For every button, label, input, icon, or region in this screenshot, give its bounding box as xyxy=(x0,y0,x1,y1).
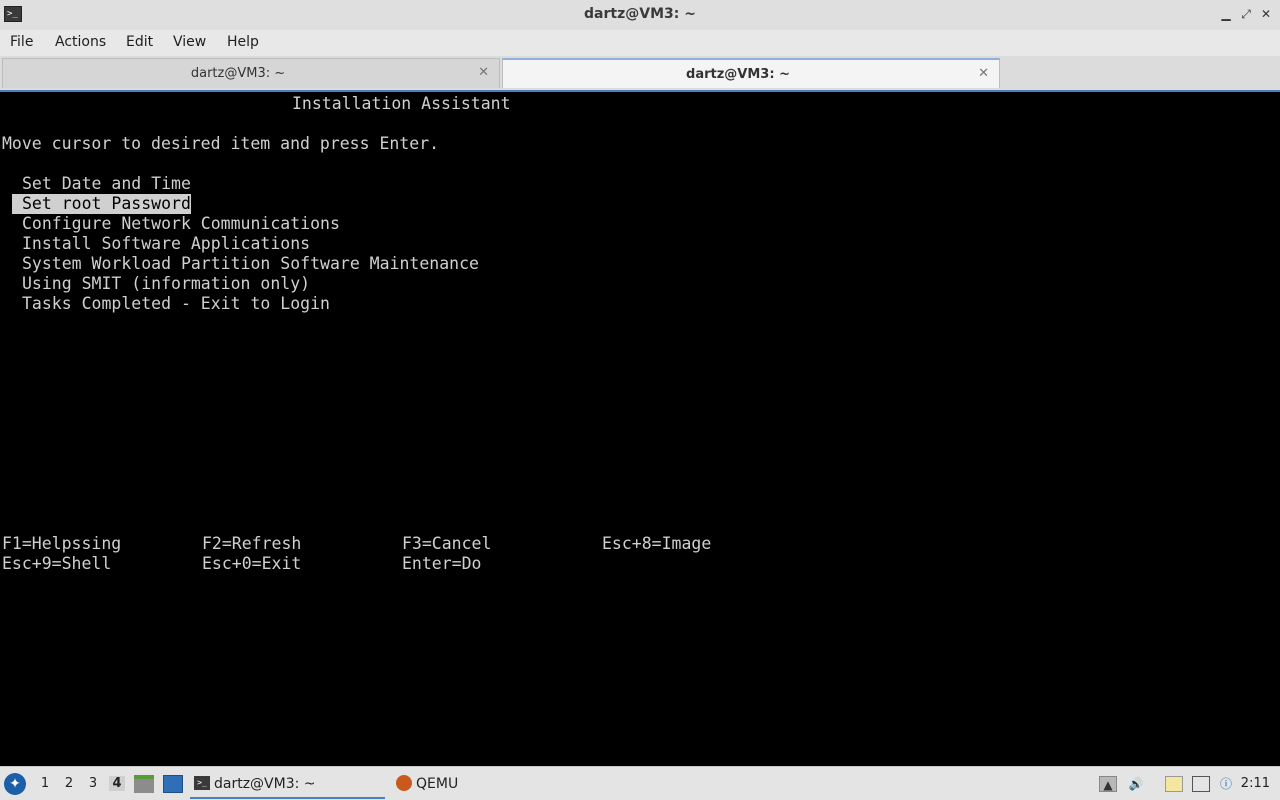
menu-actions[interactable]: Actions xyxy=(55,34,106,50)
tab-label: dartz@VM3: ~ xyxy=(686,67,790,82)
desktop-4[interactable]: 4 xyxy=(109,776,125,791)
fkey-exit: Esc+0=Exit xyxy=(202,554,302,573)
volume-icon[interactable]: 🔊 xyxy=(1127,776,1145,792)
file-manager-icon[interactable] xyxy=(134,775,154,793)
start-menu-icon[interactable]: ✦ xyxy=(4,773,26,795)
window-titlebar: >_ dartz@VM3: ~ ▁ ⤢ ✕ xyxy=(0,0,1280,31)
desktop-1[interactable]: 1 xyxy=(37,776,53,791)
menu-item-configure-network[interactable]: Configure Network Communications xyxy=(22,214,340,234)
menu-edit[interactable]: Edit xyxy=(126,34,153,50)
fkey-cancel: F3=Cancel xyxy=(402,534,492,553)
minimize-button[interactable]: ▁ xyxy=(1218,6,1234,22)
tab-bar: dartz@VM3: ~ ✕ dartz@VM3: ~ ✕ xyxy=(0,56,1280,90)
menu-item-set-date-time[interactable]: Set Date and Time xyxy=(22,174,191,194)
qemu-icon xyxy=(396,775,412,791)
tab-close-icon[interactable]: ✕ xyxy=(478,65,489,80)
tab-terminal-2[interactable]: dartz@VM3: ~ ✕ xyxy=(502,58,1000,88)
tab-label: dartz@VM3: ~ xyxy=(190,66,286,81)
menu-item-using-smit[interactable]: Using SMIT (information only) xyxy=(22,274,310,294)
desktop-2[interactable]: 2 xyxy=(61,776,77,791)
desktop-3[interactable]: 3 xyxy=(85,776,101,791)
taskbar: ✦ 1 2 3 4 >_ dartz@VM3: ~ QEMU ▲ 🔊 ⓘ 2:1… xyxy=(0,766,1280,800)
menubar: File Actions Edit View Help xyxy=(0,30,1280,56)
menu-item-set-root-password[interactable]: Set root Password xyxy=(12,194,191,214)
clock[interactable]: 2:11 xyxy=(1241,776,1270,791)
menu-item-wpar-maintenance[interactable]: System Workload Partition Software Maint… xyxy=(22,254,479,274)
fkey-image: Esc+8=Image xyxy=(602,534,712,553)
taskbar-task-qemu[interactable]: QEMU xyxy=(392,771,512,799)
maximize-button[interactable]: ⤢ xyxy=(1238,6,1254,22)
show-desktop-icon[interactable] xyxy=(163,775,183,793)
menu-file[interactable]: File xyxy=(10,34,33,50)
window-title: dartz@VM3: ~ xyxy=(584,6,696,22)
terminal-area[interactable]: Installation Assistant Move cursor to de… xyxy=(0,90,1280,766)
fkey-refresh: F2=Refresh xyxy=(202,534,302,553)
installation-heading: Installation Assistant xyxy=(292,94,511,113)
task-label: dartz@VM3: ~ xyxy=(214,776,316,792)
fkey-help: F1=Helpssing xyxy=(2,534,122,553)
removable-media-icon[interactable]: ▲ xyxy=(1099,776,1117,792)
tab-terminal-1[interactable]: dartz@VM3: ~ ✕ xyxy=(2,58,500,88)
fkey-shell: Esc+9=Shell xyxy=(2,554,112,573)
notification-icon[interactable]: ⓘ xyxy=(1217,776,1235,792)
fkey-do: Enter=Do xyxy=(402,554,482,573)
menu-view[interactable]: View xyxy=(173,34,206,50)
menu-help[interactable]: Help xyxy=(227,34,259,50)
tab-close-icon[interactable]: ✕ xyxy=(978,66,989,81)
close-button[interactable]: ✕ xyxy=(1258,6,1274,22)
menu-item-install-software[interactable]: Install Software Applications xyxy=(22,234,310,254)
taskbar-task-terminal[interactable]: >_ dartz@VM3: ~ xyxy=(190,771,385,799)
menu-item-tasks-completed[interactable]: Tasks Completed - Exit to Login xyxy=(22,294,330,314)
network-icon[interactable] xyxy=(1192,776,1210,792)
task-label: QEMU xyxy=(416,776,459,792)
instruction-text: Move cursor to desired item and press En… xyxy=(2,134,440,153)
clipboard-icon[interactable] xyxy=(1165,776,1183,792)
terminal-icon: >_ xyxy=(194,776,210,790)
